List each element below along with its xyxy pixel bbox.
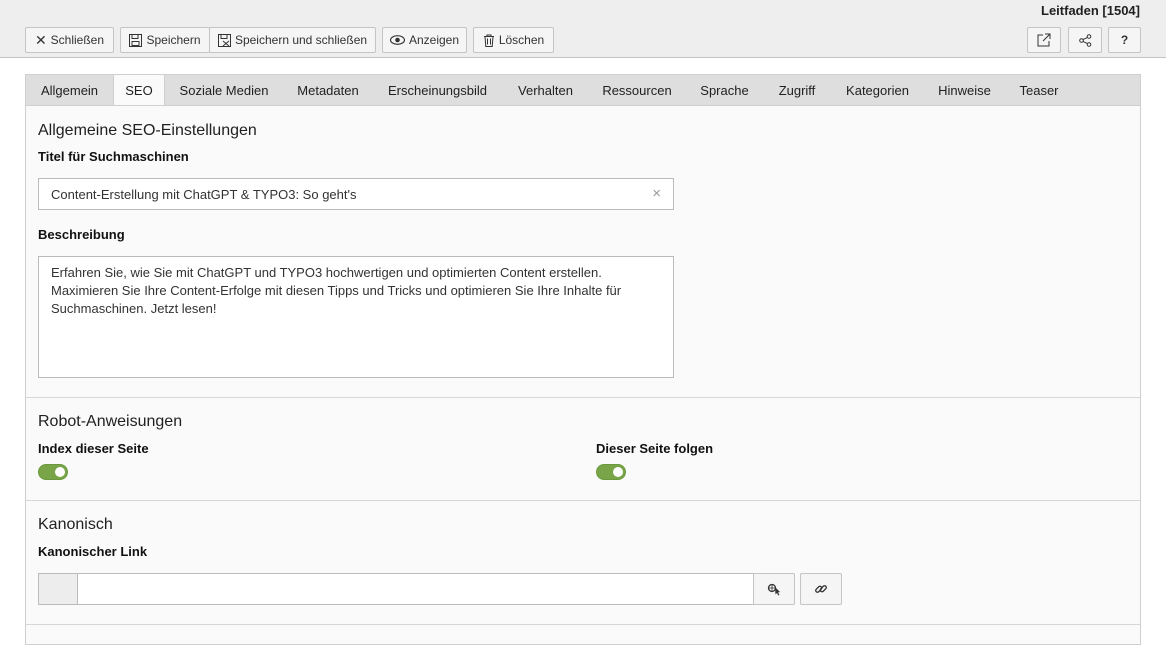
canonical-section-title: Kanonisch [38,516,113,533]
delete-button[interactable]: Löschen [473,27,554,53]
seo-title-label: Titel für Suchmaschinen [38,149,189,164]
tab-bar: Allgemein SEO Soziale Medien Metadaten E… [25,74,1141,107]
trash-icon [483,34,494,47]
section-divider [26,624,1140,625]
tab-kategorien[interactable]: Kategorien [830,75,925,106]
save-label: Speichern [146,33,201,47]
save-close-icon [217,33,231,47]
tab-soziale-medien[interactable]: Soziale Medien [165,75,283,106]
close-icon: ✕ [34,32,47,48]
tab-sprache[interactable]: Sprache [685,75,764,106]
link-icon [815,585,827,593]
close-label: Schließen [50,33,105,47]
section-divider [26,397,1140,398]
follow-label: Dieser Seite folgen [596,441,714,456]
view-label: Anzeigen [408,33,460,47]
seo-title-value: Content-Erstellung mit ChatGPT & TYPO3: … [51,187,357,202]
tab-content-panel: Allgemeine SEO-Einstellungen Titel für S… [25,105,1141,645]
tab-verhalten[interactable]: Verhalten [502,75,589,106]
link-wizard-button[interactable] [753,573,795,605]
robots-section-title: Robot-Anweisungen [38,413,183,430]
description-value: Erfahren Sie, wie Sie mit ChatGPT und TY… [51,265,622,316]
close-button[interactable]: ✕ Schließen [25,27,114,53]
save-and-close-button[interactable]: Speichern und schließen [209,27,376,53]
canonical-link-label: Kanonischer Link [38,544,148,559]
help-button[interactable]: ? [1108,27,1141,53]
link-wizard-icon [767,583,780,596]
section-divider [26,500,1140,501]
open-in-new-window-button[interactable] [1027,27,1061,53]
link-browser-button[interactable] [800,573,842,605]
tab-metadaten[interactable]: Metadaten [283,75,373,106]
tab-hinweise[interactable]: Hinweise [925,75,1004,106]
description-textarea[interactable]: Erfahren Sie, wie Sie mit ChatGPT und TY… [38,256,674,378]
tab-seo[interactable]: SEO [113,74,165,107]
save-close-label: Speichern und schließen [234,33,368,47]
tab-ressourcen[interactable]: Ressourcen [589,75,685,106]
delete-label: Löschen [498,33,545,47]
docheader: Leitfaden [1504] ✕ Schließen Speichern S… [0,0,1166,58]
follow-toggle[interactable] [596,464,626,480]
record-title: Leitfaden [1504] [1041,3,1140,18]
index-toggle[interactable] [38,464,68,480]
canonical-link-addon [38,573,78,605]
share-button[interactable] [1068,27,1102,53]
description-label: Beschreibung [38,227,125,242]
share-icon [1078,33,1091,47]
external-link-icon [1037,33,1051,47]
tab-zugriff[interactable]: Zugriff [764,75,830,106]
tab-allgemein[interactable]: Allgemein [26,75,113,106]
index-label: Index dieser Seite [38,441,149,456]
eye-icon [389,35,405,45]
tab-teaser[interactable]: Teaser [1004,75,1074,106]
seo-section-title: Allgemeine SEO-Einstellungen [38,122,257,139]
save-button[interactable]: Speichern [120,27,210,53]
save-icon [129,33,143,47]
canonical-link-input[interactable] [77,573,754,605]
tab-erscheinungsbild[interactable]: Erscheinungsbild [373,75,502,106]
clear-icon[interactable]: × [652,185,661,202]
help-icon: ? [1120,33,1129,47]
view-button[interactable]: Anzeigen [382,27,467,53]
seo-title-input[interactable]: Content-Erstellung mit ChatGPT & TYPO3: … [38,178,674,210]
